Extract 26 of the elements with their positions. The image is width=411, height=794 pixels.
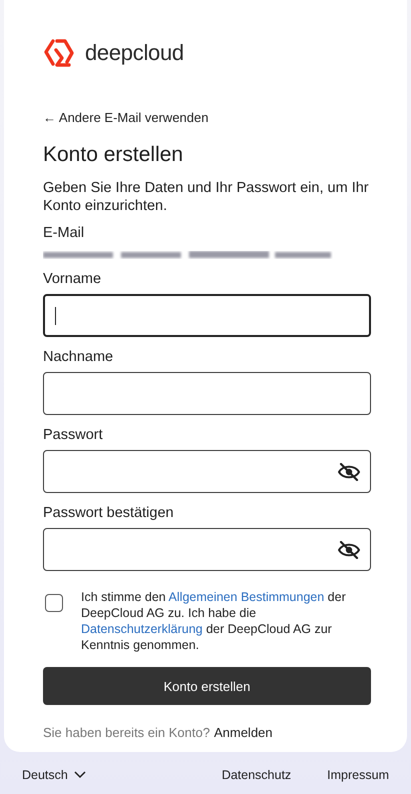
description: Geben Sie Ihre Daten und Ihr Passwort ein, um Ihr Konto einzurichten. [43,179,370,215]
consent-checkbox[interactable] [45,594,63,612]
field-label: Passwort [43,427,104,443]
password-field[interactable] [43,450,371,493]
eye-slash-icon[interactable] [338,462,360,480]
footer-link[interactable]: Datenschutz [222,768,292,782]
eye-slash-icon[interactable] [338,540,360,558]
language-selector[interactable]: Deutsch [22,768,86,782]
brand-name: deepcloud [85,40,184,66]
input-field[interactable] [43,372,371,415]
password-field[interactable] [43,528,371,571]
login-prompt: Sie haben bereits ein Konto? [43,725,210,740]
email-label: E-Mail [43,225,86,241]
footer-link[interactable]: Impressum [327,768,389,782]
back-link[interactable]: ← Andere E-Mail verwenden [43,110,208,125]
consent-text: Ich stimme den Allgemeinen Bestimmungen der DeepCloud AG zu. Ich habe die Datenschutzerklärung der DeepCloud AG zur Kenntnis genommen. [81,589,347,653]
page-title: Konto erstellen [43,143,184,167]
consent-link[interactable]: Datenschutzerklärung [81,622,203,636]
caret-icon[interactable] [74,771,86,779]
field-label: Nachname [43,349,114,365]
create-account-button[interactable]: Konto erstellen [43,667,371,705]
consent-link[interactable]: Allgemeinen Bestimmungen [168,590,324,604]
input-field[interactable] [43,294,371,337]
login-link[interactable]: Anmelden [214,725,273,740]
field-label: Passwort bestätigen [43,505,175,521]
field-label: Vorname [43,271,102,287]
